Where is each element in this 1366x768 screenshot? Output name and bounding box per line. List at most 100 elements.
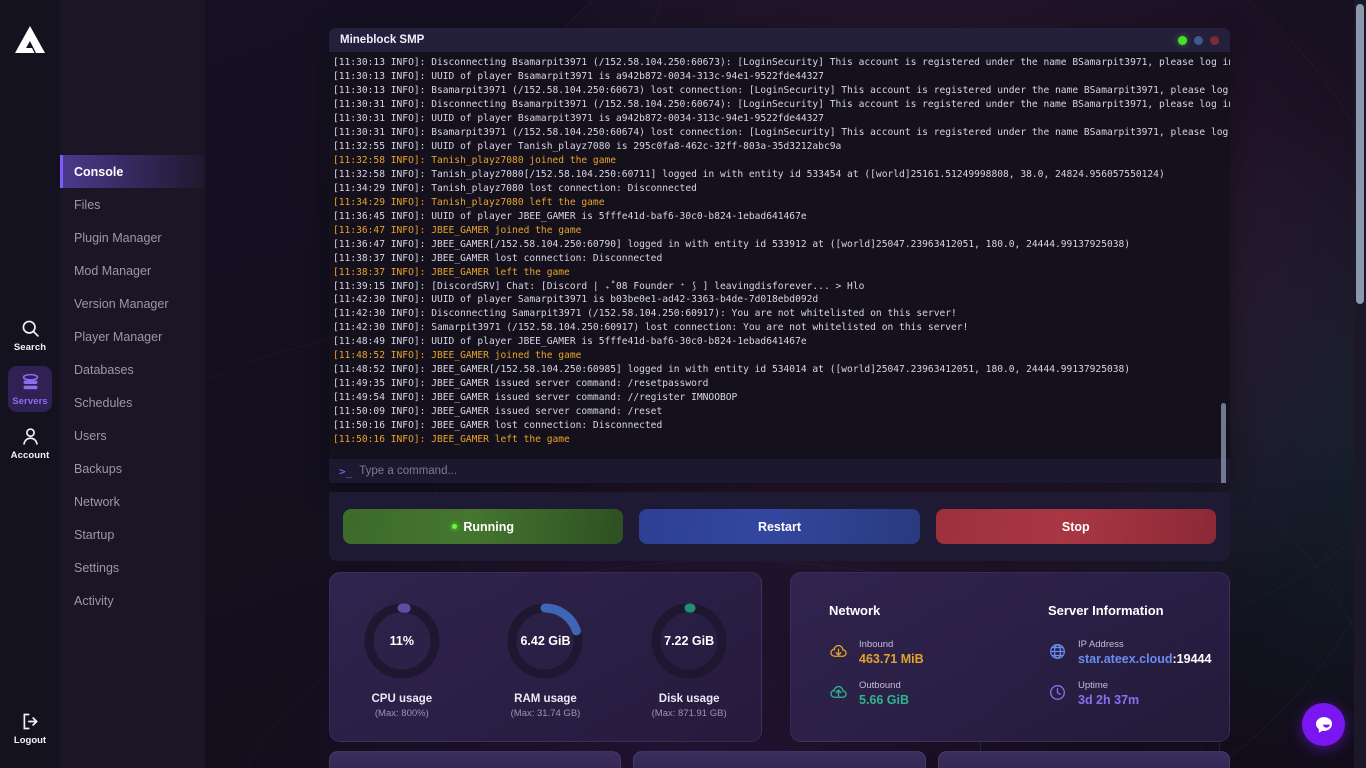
sidebar-item-player-manager[interactable]: Player Manager (60, 320, 205, 353)
console-titlebar: Mineblock SMP (329, 28, 1230, 52)
uptime-value: 3d 2h 37m (1078, 693, 1140, 707)
sidebar-item-label: Startup (74, 527, 115, 542)
search-icon (22, 320, 39, 337)
restart-button[interactable]: Restart (639, 509, 920, 544)
chat-widget-button[interactable] (1302, 703, 1345, 746)
window-dot-red[interactable] (1210, 35, 1219, 45)
logout-button[interactable]: Logout (8, 711, 52, 746)
inbound-label: Inbound (859, 639, 894, 650)
ip-address-value[interactable]: star.ateex.cloud:19444 (1078, 651, 1211, 667)
rail-item-account[interactable]: Account (8, 420, 52, 466)
rail-item-search[interactable]: Search (8, 312, 52, 358)
sidebar-item-label: Files (74, 197, 101, 212)
ip-port: :19444 (1172, 652, 1212, 666)
gauge-label-disk: Disk usage (658, 692, 720, 705)
sidebar-item-files[interactable]: Files (60, 188, 205, 221)
console-log-line: [11:36:47 INFO]: JBEE_GAMER[/152.58.104.… (333, 238, 1131, 250)
gauge-ring-disk: 7.22 GiB (648, 600, 730, 682)
power-action-bar: Running Restart Stop (329, 492, 1230, 561)
sidebar-item-label: Users (74, 428, 107, 443)
console-log-line: [11:48:49 INFO]: UUID of player JBEE_GAM… (333, 336, 807, 348)
console-log-line: [11:30:31 INFO]: UUID of player Bsamarpi… (333, 112, 824, 124)
console-log-line: [11:39:15 INFO]: [DiscordSRV] Chat: [Dis… (333, 280, 865, 292)
logout-label: Logout (13, 735, 47, 746)
console-log-line: [11:32:55 INFO]: UUID of player Tanish_p… (333, 140, 842, 152)
sidebar-item-startup[interactable]: Startup (60, 518, 205, 551)
sidebar-item-label: Plugin Manager (74, 230, 162, 245)
sidebar-item-backups[interactable]: Backups (60, 452, 205, 485)
rail-item-label: Account (10, 450, 50, 461)
status-indicator-dot (452, 524, 458, 529)
prompt-icon: >_ (339, 464, 353, 478)
window-dot-blue[interactable] (1194, 35, 1203, 45)
console-log-line: [11:30:13 INFO]: Disconnecting Bsamarpit… (333, 57, 1230, 68)
rail-item-servers[interactable]: Servers (8, 366, 52, 412)
gauge-value-disk: 7.22 GiB (664, 633, 715, 648)
server-information-column: Server Information IP Address star.ateex… (1048, 603, 1229, 741)
network-and-server-info-card: Network Inbound 463.71 MiB Outbound 5.66… (790, 572, 1230, 742)
sidebar-item-plugin-manager[interactable]: Plugin Manager (60, 221, 205, 254)
ip-host: star.ateex.cloud (1078, 652, 1173, 666)
console-log-line: [11:48:52 INFO]: JBEE_GAMER[/152.58.104.… (333, 364, 1131, 376)
app-logo-icon (15, 26, 45, 53)
page-scrollbar[interactable] (1354, 0, 1366, 768)
uptime-row: Uptime 3d 2h 37m (1048, 680, 1229, 708)
stop-button[interactable]: Stop (935, 509, 1216, 544)
window-dot-green[interactable] (1178, 35, 1187, 45)
peek-card-1[interactable] (329, 751, 622, 768)
sidebar-item-console[interactable]: Console (60, 155, 205, 188)
chat-bubble-icon (1315, 716, 1332, 733)
sidebar-item-activity[interactable]: Activity (60, 584, 205, 617)
console-log-line: [11:30:31 INFO]: Disconnecting Bsamarpit… (333, 98, 1230, 110)
network-heading: Network (829, 603, 881, 618)
sidebar-item-label: Player Manager (74, 329, 163, 344)
gauge-ring-cpu: 11% (361, 600, 443, 682)
sidebar-item-users[interactable]: Users (60, 419, 205, 452)
console-log-line: [11:34:29 INFO]: Tanish_playz7080 lost c… (333, 182, 697, 194)
ip-address-row: IP Address star.ateex.cloud:19444 (1048, 639, 1229, 667)
outbound-label: Outbound (859, 680, 901, 691)
rail-primary-items: Search Servers Account (0, 312, 60, 466)
running-status-button[interactable]: Running (343, 509, 624, 544)
console-log-line: [11:38:37 INFO]: JBEE_GAMER lost connect… (333, 252, 663, 264)
uptime-label: Uptime (1078, 680, 1109, 691)
console-log-line: [11:49:54 INFO]: JBEE_GAMER issued serve… (333, 392, 738, 404)
inbound-value: 463.71 MiB (859, 652, 924, 666)
gauge-disk: 7.22 GiB Disk usage (Max: 871.91 GB) (629, 600, 749, 719)
gauge-sub-disk: (Max: 871.91 GB) (651, 707, 727, 719)
console-log-line: [11:32:58 INFO]: Tanish_playz7080[/152.5… (333, 168, 1165, 180)
sidebar-item-databases[interactable]: Databases (60, 353, 205, 386)
console-log-line: [11:48:52 INFO]: JBEE_GAMER joined the g… (333, 350, 582, 362)
peek-card-2[interactable] (633, 751, 926, 768)
sidebar-item-label: Settings (74, 560, 120, 575)
gauge-sub-cpu: (Max: 800%) (374, 707, 429, 719)
inbound-row: Inbound 463.71 MiB (829, 639, 1010, 667)
outbound-row: Outbound 5.66 GiB (829, 680, 1010, 708)
console-log-line: [11:50:16 INFO]: JBEE_GAMER left the gam… (333, 434, 570, 446)
server-name-title: Mineblock SMP (340, 34, 425, 46)
sidebar-item-version-manager[interactable]: Version Manager (60, 287, 205, 320)
console-panel: Mineblock SMP [11:30:13 INFO]: Disconnec… (329, 28, 1230, 483)
sidebar-item-schedules[interactable]: Schedules (60, 386, 205, 419)
gauge-value-cpu: 11% (389, 633, 414, 648)
peek-card-3[interactable] (937, 751, 1230, 768)
console-log-line: [11:30:13 INFO]: Bsamarpit3971 (/152.58.… (333, 84, 1230, 96)
app-logo[interactable] (10, 20, 50, 60)
console-log-output[interactable]: [11:30:13 INFO]: Disconnecting Bsamarpit… (329, 52, 1230, 459)
page-scrollbar-thumb[interactable] (1356, 4, 1364, 304)
sidebar-item-label: Version Manager (74, 296, 169, 311)
account-icon (22, 428, 38, 445)
console-log-line: [11:34:29 INFO]: Tanish_playz7080 left t… (333, 196, 605, 208)
command-input[interactable] (359, 465, 1220, 477)
restart-label: Restart (757, 519, 802, 534)
sidebar-item-label: Network (74, 494, 120, 509)
console-log-line: [11:30:31 INFO]: Bsamarpit3971 (/152.58.… (333, 126, 1230, 138)
gauge-label-ram: RAM usage (514, 692, 577, 705)
gauge-ring-ram: 6.42 GiB (504, 600, 586, 682)
sidebar-item-network[interactable]: Network (60, 485, 205, 518)
sidebar-item-settings[interactable]: Settings (60, 551, 205, 584)
console-scrollbar-thumb[interactable] (1221, 403, 1226, 483)
sidebar-item-mod-manager[interactable]: Mod Manager (60, 254, 205, 287)
console-log-line: [11:38:37 INFO]: JBEE_GAMER left the gam… (333, 266, 570, 278)
server-information-heading: Server Information (1048, 603, 1164, 618)
